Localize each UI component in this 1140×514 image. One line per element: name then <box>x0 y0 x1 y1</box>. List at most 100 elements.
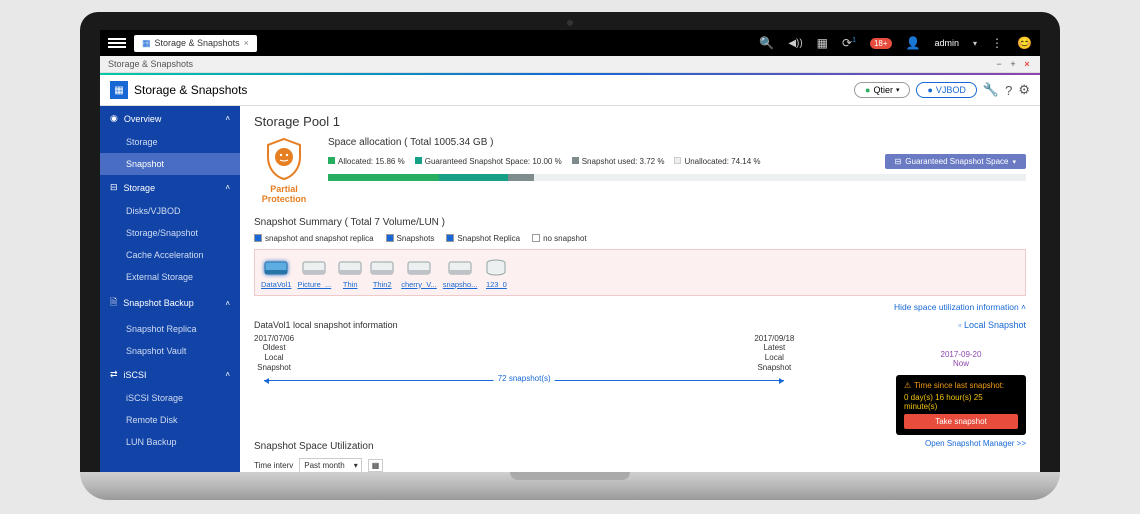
title-row: ▦ Storage & Snapshots ●Qtier▾ ●VJBOD 🔧 ?… <box>100 75 1040 106</box>
protection-label: Partial Protection <box>254 185 314 205</box>
calendar-icon[interactable]: ▦ <box>368 459 384 472</box>
sidebar-item-vault[interactable]: Snapshot Vault <box>100 340 240 362</box>
timeline-badge: ▫ Local Snapshot <box>958 320 1026 330</box>
legend-guaranteed: Guaranteed Snapshot Space: 10.00 % <box>415 157 562 166</box>
camera <box>567 20 573 26</box>
disk-icon: ⊟ <box>895 157 902 166</box>
page-title: Storage Pool 1 <box>254 114 1026 129</box>
time-interval-select[interactable]: Past month <box>299 458 361 472</box>
chevron-up-icon: ˄ <box>225 183 230 192</box>
take-snapshot-button[interactable]: Take snapshot <box>904 414 1018 429</box>
dashboard-icon[interactable]: ▦ <box>817 36 828 50</box>
hide-utilization-link[interactable]: Hide space utilization information ˄ <box>254 302 1026 312</box>
sidebar: ◉Overview˄ Storage Snapshot ⊟Storage˄ Di… <box>100 106 240 472</box>
menu-icon[interactable] <box>108 38 126 48</box>
sidebar-item-remote-disk[interactable]: Remote Disk <box>100 409 240 431</box>
guaranteed-space-button[interactable]: ⊟Guaranteed Snapshot Space▾ <box>885 154 1026 169</box>
sidebar-group-backup[interactable]: 🗎Snapshot Backup˄ <box>100 288 240 318</box>
backup-icon: 🗎 <box>110 295 117 311</box>
oldest-snapshot: 2017/07/06Oldest Local Snapshot <box>254 334 294 372</box>
volume-icon[interactable]: ◀)) <box>788 38 802 49</box>
topbar: ▦ Storage & Snapshots × 🔍 ◀)) ▦ ⟳1 18+ 👤… <box>100 30 1040 56</box>
drive-icon <box>406 256 432 278</box>
volume-item[interactable]: Picture_... <box>297 256 331 289</box>
close-icon[interactable]: × <box>244 38 249 48</box>
timeline: DataVol1 local snapshot information ▫ Lo… <box>254 320 1026 381</box>
volume-item[interactable]: DataVol1 <box>261 256 291 289</box>
filter-snapshots[interactable]: Snapshots <box>386 234 435 243</box>
elapsed-time: 0 day(s) 16 hour(s) 25 minute(s) <box>904 393 1018 411</box>
drive-icon <box>301 256 327 278</box>
drive-icon <box>337 256 363 278</box>
volume-row: DataVol1 Picture_... Thin Thin2 cherry_V… <box>254 249 1026 296</box>
allocation-bar <box>328 174 1026 181</box>
app-icon: ▦ <box>110 81 128 99</box>
snapshot-count: 72 snapshot(s) <box>494 374 555 383</box>
legend-used: Snapshot used: 3.72 % <box>572 157 665 166</box>
chevron-up-icon: ˄ <box>225 299 230 308</box>
sidebar-group-overview[interactable]: ◉Overview˄ <box>100 106 240 131</box>
app-title: Storage & Snapshots <box>134 83 247 97</box>
volume-item[interactable]: 123_0 <box>483 256 509 289</box>
allocation-title: Space allocation ( Total 1005.34 GB ) <box>328 137 1026 148</box>
filter-replica[interactable]: Snapshot Replica <box>446 234 520 243</box>
chevron-up-icon: ˄ <box>225 370 230 379</box>
window-close-icon[interactable]: × <box>1022 59 1032 69</box>
timeline-title: DataVol1 local snapshot information <box>254 320 398 330</box>
snapshot-manager-link[interactable]: Open Snapshot Manager >> <box>896 439 1026 448</box>
user-icon[interactable]: 👤 <box>906 36 921 50</box>
drive-icon <box>447 256 473 278</box>
user-label[interactable]: admin <box>935 38 960 48</box>
app-tab[interactable]: ▦ Storage & Snapshots × <box>134 35 257 52</box>
sidebar-item-storage[interactable]: Storage <box>100 131 240 153</box>
drive-icon <box>263 256 289 278</box>
sidebar-item-lun-backup[interactable]: LUN Backup <box>100 431 240 453</box>
sidebar-group-iscsi[interactable]: ⇄iSCSI˄ <box>100 362 240 387</box>
tab-label: Storage & Snapshots <box>155 38 240 48</box>
overview-icon: ◉ <box>110 113 118 124</box>
more-icon[interactable]: ⋮ <box>991 36 1003 50</box>
minimize-icon[interactable]: − <box>994 59 1004 69</box>
legend-allocated: Allocated: 15.86 % <box>328 157 405 166</box>
content: Storage Pool 1 Partial Protection Space … <box>240 106 1040 472</box>
volume-item[interactable]: Thin2 <box>369 256 395 289</box>
sidebar-item-replica[interactable]: Snapshot Replica <box>100 318 240 340</box>
search-icon[interactable]: 🔍 <box>759 36 774 50</box>
filter-none[interactable]: no snapshot <box>532 234 587 243</box>
shield-icon <box>264 137 304 181</box>
legend-unallocated: Unallocated: 74.14 % <box>674 157 760 166</box>
sidebar-item-cache[interactable]: Cache Acceleration <box>100 244 240 266</box>
sidebar-item-iscsi-storage[interactable]: iSCSI Storage <box>100 387 240 409</box>
filter-both[interactable]: snapshot and snapshot replica <box>254 234 374 243</box>
sidebar-item-disks[interactable]: Disks/VJBOD <box>100 200 240 222</box>
chevron-up-icon: ˄ <box>225 114 230 123</box>
maximize-icon[interactable]: + <box>1008 59 1018 69</box>
summary-title: Snapshot Summary ( Total 7 Volume/LUN ) <box>254 217 1026 228</box>
volume-item[interactable]: Thin <box>337 256 363 289</box>
breadcrumb: Storage & Snapshots <box>108 59 193 69</box>
sidebar-group-storage[interactable]: ⊟Storage˄ <box>100 175 240 200</box>
help-icon[interactable]: ? <box>1005 83 1012 98</box>
snapshot-popup: ⚠Time since last snapshot: 0 day(s) 16 h… <box>896 375 1026 435</box>
refresh-icon[interactable]: ⟳1 <box>842 36 856 50</box>
volume-item[interactable]: snapsho... <box>443 256 478 289</box>
notification-badge[interactable]: 18+ <box>870 38 892 49</box>
chevron-down-icon[interactable]: ▾ <box>973 39 977 48</box>
drive-icon <box>369 256 395 278</box>
gear-icon[interactable]: ⚙ <box>1018 82 1030 98</box>
protection-status: Partial Protection <box>254 137 314 205</box>
tools-icon[interactable]: 🔧 <box>983 82 999 98</box>
breadcrumb-bar: Storage & Snapshots − + × <box>100 56 1040 73</box>
tab-icon: ▦ <box>142 38 151 49</box>
sidebar-item-snapshot[interactable]: Snapshot <box>100 153 240 175</box>
cylinder-icon <box>483 256 509 278</box>
time-interval-label: Time interv <box>254 461 293 470</box>
qtier-button[interactable]: ●Qtier▾ <box>854 82 910 98</box>
vjbod-button[interactable]: ●VJBOD <box>916 82 976 98</box>
sidebar-item-storage-snapshot[interactable]: Storage/Snapshot <box>100 222 240 244</box>
help-icon[interactable]: 😊 <box>1017 36 1032 50</box>
filter-row: snapshot and snapshot replica Snapshots … <box>254 234 1026 243</box>
volume-item[interactable]: cherry_V... <box>401 256 437 289</box>
sidebar-item-external[interactable]: External Storage <box>100 266 240 288</box>
warning-icon: ⚠ <box>904 381 911 390</box>
